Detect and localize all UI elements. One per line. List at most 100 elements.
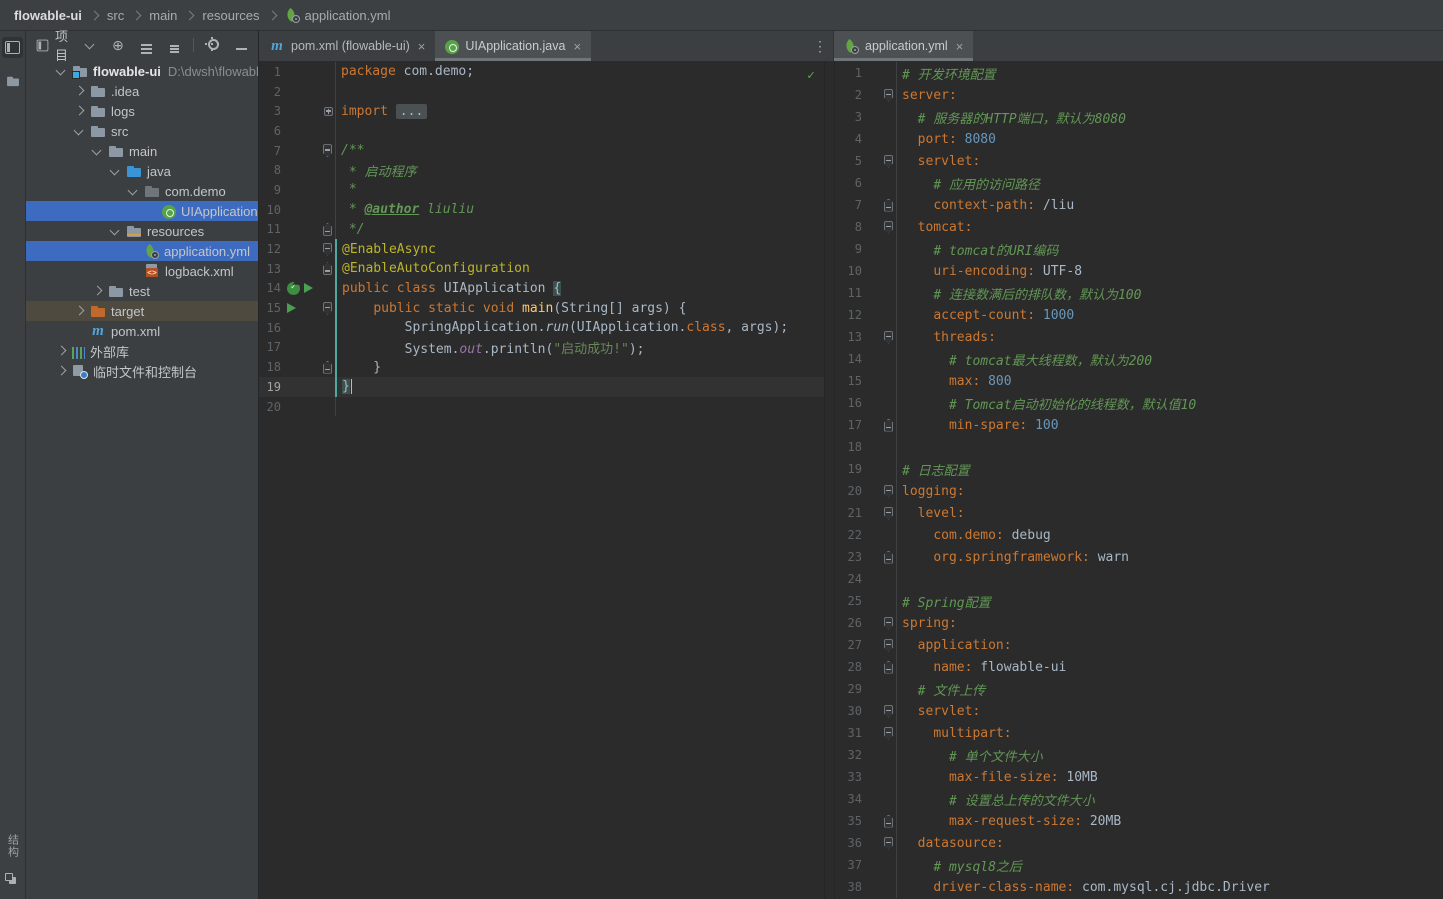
code-line-38[interactable]: 38 driver-class-name: com.mysql.cj.jdbc.… <box>835 876 1443 898</box>
fold-marker-icon[interactable] <box>884 705 893 718</box>
tree-row-uiapplication[interactable]: UIApplication <box>26 201 258 221</box>
code-line-17[interactable]: 17 min-spare: 100 <box>835 414 1443 436</box>
close-tab-icon[interactable]: × <box>956 39 964 54</box>
fold-marker-icon[interactable] <box>323 361 332 374</box>
code-line-24[interactable]: 24 <box>835 568 1443 590</box>
code-line-32[interactable]: 32 # 单个文件大小 <box>835 744 1443 766</box>
code-line-6[interactable]: 6 <box>259 121 824 141</box>
code-line-3[interactable]: 3import ... <box>259 101 824 121</box>
tree-row-main[interactable]: main <box>26 141 258 161</box>
code-line-14[interactable]: 14public class UIApplication { <box>259 279 824 299</box>
tree-row-logs[interactable]: logs <box>26 101 258 121</box>
code-line-8[interactable]: 8 tomcat: <box>835 216 1443 238</box>
fold-marker-icon[interactable] <box>884 331 893 344</box>
fold-marker-icon[interactable] <box>884 485 893 498</box>
fold-marker-icon[interactable] <box>884 837 893 850</box>
code-line-6[interactable]: 6 # 应用的访问路径 <box>835 172 1443 194</box>
code-line-4[interactable]: 4 port: 8080 <box>835 128 1443 150</box>
run-icon[interactable] <box>287 303 296 313</box>
code-line-26[interactable]: 26spring: <box>835 612 1443 634</box>
fold-marker-icon[interactable] <box>323 243 332 256</box>
fold-marker-icon[interactable] <box>884 155 893 168</box>
code-line-27[interactable]: 27 application: <box>835 634 1443 656</box>
code-line-34[interactable]: 34 # 设置总上传的文件大小 <box>835 788 1443 810</box>
code-line-22[interactable]: 22 com.demo: debug <box>835 524 1443 546</box>
run-icon[interactable] <box>304 283 313 293</box>
code-line-7[interactable]: 7/** <box>259 141 824 161</box>
project-tool-window-button[interactable] <box>2 37 23 58</box>
code-line-14[interactable]: 14 # tomcat最大线程数，默认为200 <box>835 348 1443 370</box>
java-editor[interactable]: 1package com.demo;23import ...67/**8 * 启… <box>259 62 824 899</box>
locate-file-button[interactable]: ⊕ <box>107 38 129 52</box>
editor-splitter[interactable] <box>824 62 835 899</box>
code-line-23[interactable]: 23 org.springframework: warn <box>835 546 1443 568</box>
code-line-2[interactable]: 2 <box>259 82 824 102</box>
breadcrumb-item[interactable]: flowable-ui <box>14 8 82 23</box>
fold-marker-icon[interactable] <box>884 221 893 234</box>
tree-row-外部库[interactable]: 外部库 <box>26 341 258 361</box>
code-line-12[interactable]: 12 accept-count: 1000 <box>835 304 1443 326</box>
tree-row-application.yml[interactable]: application.yml <box>26 241 258 261</box>
tab-options-icon[interactable]: ⋮ <box>813 31 827 61</box>
fold-marker-icon[interactable] <box>884 661 893 674</box>
code-line-18[interactable]: 18 } <box>259 357 824 377</box>
code-line-33[interactable]: 33 max-file-size: 10MB <box>835 766 1443 788</box>
hide-panel-button[interactable] <box>230 38 252 52</box>
code-line-30[interactable]: 30 servlet: <box>835 700 1443 722</box>
yaml-editor[interactable]: 1# 开发环境配置2server:3 # 服务器的HTTP端口，默认为80804… <box>835 62 1443 899</box>
tab-uiapplication.java[interactable]: UIApplication.java× <box>435 31 591 61</box>
code-line-9[interactable]: 9 * <box>259 180 824 200</box>
tree-row-target[interactable]: target <box>26 301 258 321</box>
code-line-11[interactable]: 11 */ <box>259 220 824 240</box>
code-line-36[interactable]: 36 datasource: <box>835 832 1443 854</box>
fold-marker-icon[interactable] <box>884 815 893 828</box>
code-line-10[interactable]: 10 uri-encoding: UTF-8 <box>835 260 1443 282</box>
tree-row-.idea[interactable]: .idea <box>26 81 258 101</box>
code-line-13[interactable]: 13 threads: <box>835 326 1443 348</box>
tree-row-com.demo[interactable]: com.demo <box>26 181 258 201</box>
code-line-13[interactable]: 13@EnableAutoConfiguration <box>259 259 824 279</box>
code-line-9[interactable]: 9 # tomcat的URI编码 <box>835 238 1443 260</box>
code-line-7[interactable]: 7 context-path: /liu <box>835 194 1443 216</box>
code-line-21[interactable]: 21 level: <box>835 502 1443 524</box>
breadcrumb-item[interactable]: src <box>107 8 124 23</box>
fold-marker-icon[interactable] <box>884 507 893 520</box>
fold-marker-icon[interactable] <box>323 302 332 315</box>
tree-row-resources[interactable]: resources <box>26 221 258 241</box>
breadcrumb-item[interactable]: main <box>149 8 177 23</box>
code-line-20[interactable]: 20 <box>259 397 824 417</box>
code-line-29[interactable]: 29 # 文件上传 <box>835 678 1443 700</box>
spring-boot-rerun-icon[interactable] <box>287 282 300 295</box>
fold-marker-icon[interactable] <box>323 223 332 236</box>
close-tab-icon[interactable]: × <box>418 39 426 54</box>
tree-row-java[interactable]: java <box>26 161 258 181</box>
fold-marker-icon[interactable] <box>884 727 893 740</box>
breadcrumb-file[interactable]: application.yml <box>285 8 391 23</box>
tree-row-临时文件和控制台[interactable]: 临时文件和控制台 <box>26 361 258 381</box>
folder-tool-window-button[interactable] <box>2 70 23 91</box>
fold-marker-icon[interactable] <box>884 639 893 652</box>
collapse-all-button[interactable] <box>163 38 185 52</box>
code-line-20[interactable]: 20logging: <box>835 480 1443 502</box>
code-line-15[interactable]: 15 max: 800 <box>835 370 1443 392</box>
commit-tool-window-button[interactable] <box>2 870 23 891</box>
code-line-5[interactable]: 5 servlet: <box>835 150 1443 172</box>
code-line-10[interactable]: 10 * @author liuliu <box>259 200 824 220</box>
code-line-15[interactable]: 15 public static void main(String[] args… <box>259 298 824 318</box>
close-tab-icon[interactable]: × <box>573 39 581 54</box>
fold-marker-icon[interactable] <box>884 551 893 564</box>
code-line-16[interactable]: 16 # Tomcat启动初始化的线程数，默认值10 <box>835 392 1443 414</box>
breadcrumb-item[interactable]: resources <box>202 8 259 23</box>
code-line-16[interactable]: 16 SpringApplication.run(UIApplication.c… <box>259 318 824 338</box>
code-line-1[interactable]: 1# 开发环境配置 <box>835 62 1443 84</box>
code-line-35[interactable]: 35 max-request-size: 20MB <box>835 810 1443 832</box>
code-line-12[interactable]: 12@EnableAsync <box>259 239 824 259</box>
code-line-28[interactable]: 28 name: flowable-ui <box>835 656 1443 678</box>
tree-row-test[interactable]: test <box>26 281 258 301</box>
code-line-17[interactable]: 17 System.out.println("启动成功!"); <box>259 338 824 358</box>
code-line-18[interactable]: 18 <box>835 436 1443 458</box>
tree-row-src[interactable]: src <box>26 121 258 141</box>
code-line-19[interactable]: 19} <box>259 377 824 397</box>
tree-row-pom.xml[interactable]: mpom.xml <box>26 321 258 341</box>
tab-application.yml[interactable]: application.yml× <box>834 31 973 61</box>
